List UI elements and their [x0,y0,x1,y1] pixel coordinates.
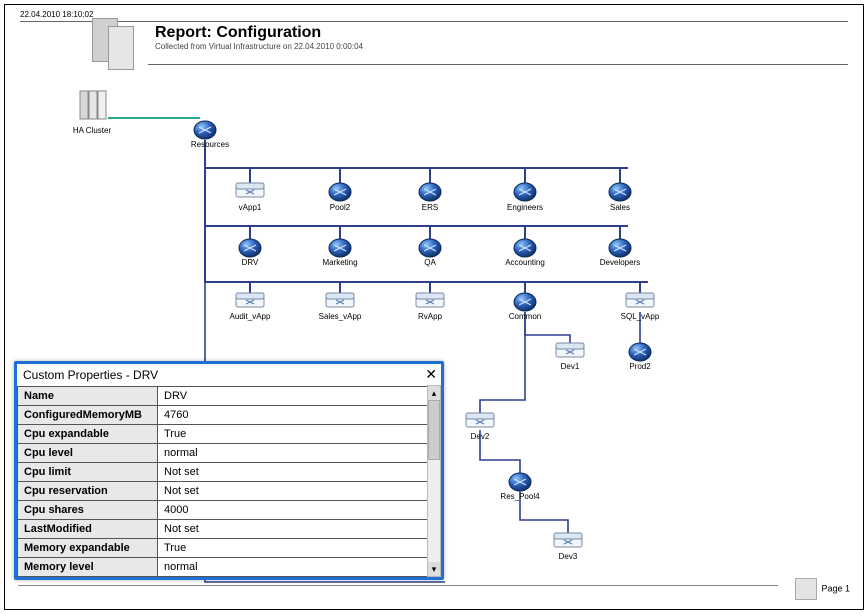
table-row: NameDRV [18,387,441,406]
node-sql[interactable]: SQL_vApp [605,312,675,321]
prop-value: Not set [158,520,441,539]
scroll-thumb[interactable] [428,400,440,460]
table-row: Cpu expandableTrue [18,425,441,444]
node-vapp1[interactable]: vApp1 [215,203,285,212]
node-ers[interactable]: ERS [395,203,465,212]
node-dev1[interactable]: Dev1 [535,362,605,371]
prop-key: Memory expandable [18,539,158,558]
panel-title: Custom Properties - DRV ✕ [17,364,441,386]
prop-key: Memory level [18,558,158,577]
node-hacluster[interactable]: HA Cluster [57,126,127,135]
scroll-down-icon[interactable]: ▾ [428,562,440,576]
properties-table: NameDRVConfiguredMemoryMB4760Cpu expanda… [17,386,441,577]
node-common[interactable]: Common [490,312,560,321]
node-rvapp[interactable]: RvApp [395,312,465,321]
prop-key: Cpu shares [18,501,158,520]
prop-value: 4760 [158,406,441,425]
node-dev3[interactable]: Dev3 [533,552,603,561]
table-row: Cpu reservationNot set [18,482,441,501]
node-drv[interactable]: DRV [215,258,285,267]
node-audit[interactable]: Audit_vApp [215,312,285,321]
node-engineers[interactable]: Engineers [490,203,560,212]
prop-key: ConfiguredMemoryMB [18,406,158,425]
node-developers[interactable]: Developers [585,258,655,267]
panel-title-text: Custom Properties - DRV [23,368,158,382]
prop-value: True [158,425,441,444]
page-number: Page 1 [795,578,850,600]
node-accounting[interactable]: Accounting [490,258,560,267]
prop-key: Cpu limit [18,463,158,482]
node-sales[interactable]: Sales [585,203,655,212]
scroll-up-icon[interactable]: ▴ [428,386,440,400]
footer-rule [18,585,778,586]
table-row: Cpu shares4000 [18,501,441,520]
prop-value: True [158,539,441,558]
table-row: Memory expandableTrue [18,539,441,558]
prop-value: DRV [158,387,441,406]
properties-panel: Custom Properties - DRV ✕ NameDRVConfigu… [14,361,444,580]
close-icon[interactable]: ✕ [425,366,437,383]
node-qa[interactable]: QA [395,258,465,267]
prop-value: 4000 [158,501,441,520]
node-resources[interactable]: Resources [175,140,245,149]
prop-key: Name [18,387,158,406]
node-marketing[interactable]: Marketing [305,258,375,267]
node-dev2[interactable]: Dev2 [445,432,515,441]
node-pool2[interactable]: Pool2 [305,203,375,212]
prop-key: Cpu level [18,444,158,463]
table-row: Memory levelnormal [18,558,441,577]
table-row: LastModifiedNot set [18,520,441,539]
prop-key: Cpu expandable [18,425,158,444]
prop-value: Not set [158,463,441,482]
prop-key: Cpu reservation [18,482,158,501]
table-row: ConfiguredMemoryMB4760 [18,406,441,425]
node-respool4[interactable]: Res_Pool4 [485,492,555,501]
table-row: Cpu levelnormal [18,444,441,463]
prop-value: normal [158,558,441,577]
scrollbar[interactable]: ▴ ▾ [427,385,441,577]
prop-value: Not set [158,482,441,501]
node-sales-vapp[interactable]: Sales_vApp [305,312,375,321]
prop-key: LastModified [18,520,158,539]
page-box-icon [795,578,817,600]
node-prod2[interactable]: Prod2 [605,362,675,371]
table-row: Cpu limitNot set [18,463,441,482]
prop-value: normal [158,444,441,463]
